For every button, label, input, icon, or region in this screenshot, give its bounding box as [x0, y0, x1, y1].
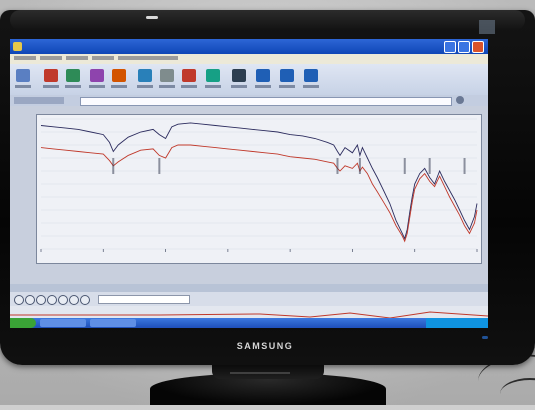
toolbar-button-label [65, 85, 81, 88]
toolbar-button-label [43, 85, 59, 88]
stand-reflection [230, 372, 290, 374]
toolbar-button-label [205, 85, 221, 88]
menu-item[interactable] [118, 56, 178, 60]
toolbar-button-label [159, 85, 175, 88]
toolbar-button-icon[interactable] [90, 69, 104, 82]
go-icon[interactable] [456, 96, 464, 104]
toolbar-button-icon[interactable] [112, 69, 126, 82]
peak-marker [112, 158, 115, 174]
toolbar-button-icon[interactable] [138, 69, 152, 82]
peak-marker [158, 158, 161, 174]
status-strip [10, 284, 488, 292]
menu-item[interactable] [14, 56, 36, 60]
taskbar-item[interactable] [40, 319, 86, 327]
value-field[interactable] [98, 295, 190, 304]
toolbar [10, 64, 488, 95]
peak-marker [336, 158, 339, 174]
window-titlebar[interactable] [10, 39, 488, 54]
toolbar-button-label [89, 85, 105, 88]
peak-marker [463, 158, 466, 174]
toolbar-button-icon[interactable] [66, 69, 80, 82]
menu-item[interactable] [66, 56, 88, 60]
start-button[interactable] [10, 318, 36, 328]
toolbar-button-label [303, 85, 319, 88]
toolbar-button-label [255, 85, 271, 88]
monitor-bezel: SAMSUNG [0, 10, 535, 365]
path-back-icon[interactable] [14, 97, 64, 104]
monitor-screen [10, 39, 488, 328]
toolbar-button-label [181, 85, 197, 88]
bezel-gloss [10, 10, 525, 30]
windows-taskbar [10, 318, 488, 328]
control-button-icon[interactable] [36, 295, 46, 305]
playback-controls [10, 292, 488, 306]
spectrum-plot-frame [10, 106, 488, 284]
control-button-icon[interactable] [80, 295, 90, 305]
close-icon[interactable] [472, 41, 484, 53]
bezel-reflection [146, 16, 158, 19]
ir-spectrum-chart[interactable] [37, 115, 481, 263]
menu-bar [10, 54, 488, 64]
spectrum-series-1 [40, 122, 478, 240]
peak-marker [428, 158, 431, 174]
menu-item[interactable] [92, 56, 114, 60]
toolbar-button-icon[interactable] [280, 69, 294, 82]
control-button-icon[interactable] [25, 295, 35, 305]
window-controls [444, 41, 484, 53]
system-tray [426, 318, 488, 328]
spectrum-series-2 [40, 144, 478, 243]
path-bar [10, 95, 488, 106]
toolbar-button-icon[interactable] [304, 69, 318, 82]
peak-marker [358, 158, 361, 174]
maximize-icon[interactable] [458, 41, 470, 53]
toolbar-button-icon[interactable] [160, 69, 174, 82]
taskbar-item[interactable] [90, 319, 136, 327]
menu-item[interactable] [40, 56, 62, 60]
bezel-glare [479, 20, 495, 34]
toolbar-button-label [137, 85, 153, 88]
toolbar-button-icon[interactable] [182, 69, 196, 82]
toolbar-button-icon[interactable] [206, 69, 220, 82]
toolbar-button-label [15, 85, 31, 88]
toolbar-button-icon[interactable] [44, 69, 58, 82]
control-button-icon[interactable] [47, 295, 57, 305]
minimize-icon[interactable] [444, 41, 456, 53]
spectrum-plot-area[interactable] [36, 114, 482, 264]
app-icon [13, 42, 22, 51]
overview-strip [10, 306, 488, 319]
toolbar-button-label [111, 85, 127, 88]
toolbar-button-label [231, 85, 247, 88]
peak-marker [403, 158, 406, 174]
path-input[interactable] [80, 97, 452, 106]
control-button-icon[interactable] [58, 295, 68, 305]
toolbar-button-icon[interactable] [16, 69, 30, 82]
control-button-icon[interactable] [14, 295, 24, 305]
power-led [482, 336, 488, 339]
toolbar-button-label [279, 85, 295, 88]
monitor-brand-logo: SAMSUNG [236, 341, 294, 351]
toolbar-button-icon[interactable] [256, 69, 270, 82]
toolbar-button-icon[interactable] [232, 69, 246, 82]
control-button-icon[interactable] [69, 295, 79, 305]
